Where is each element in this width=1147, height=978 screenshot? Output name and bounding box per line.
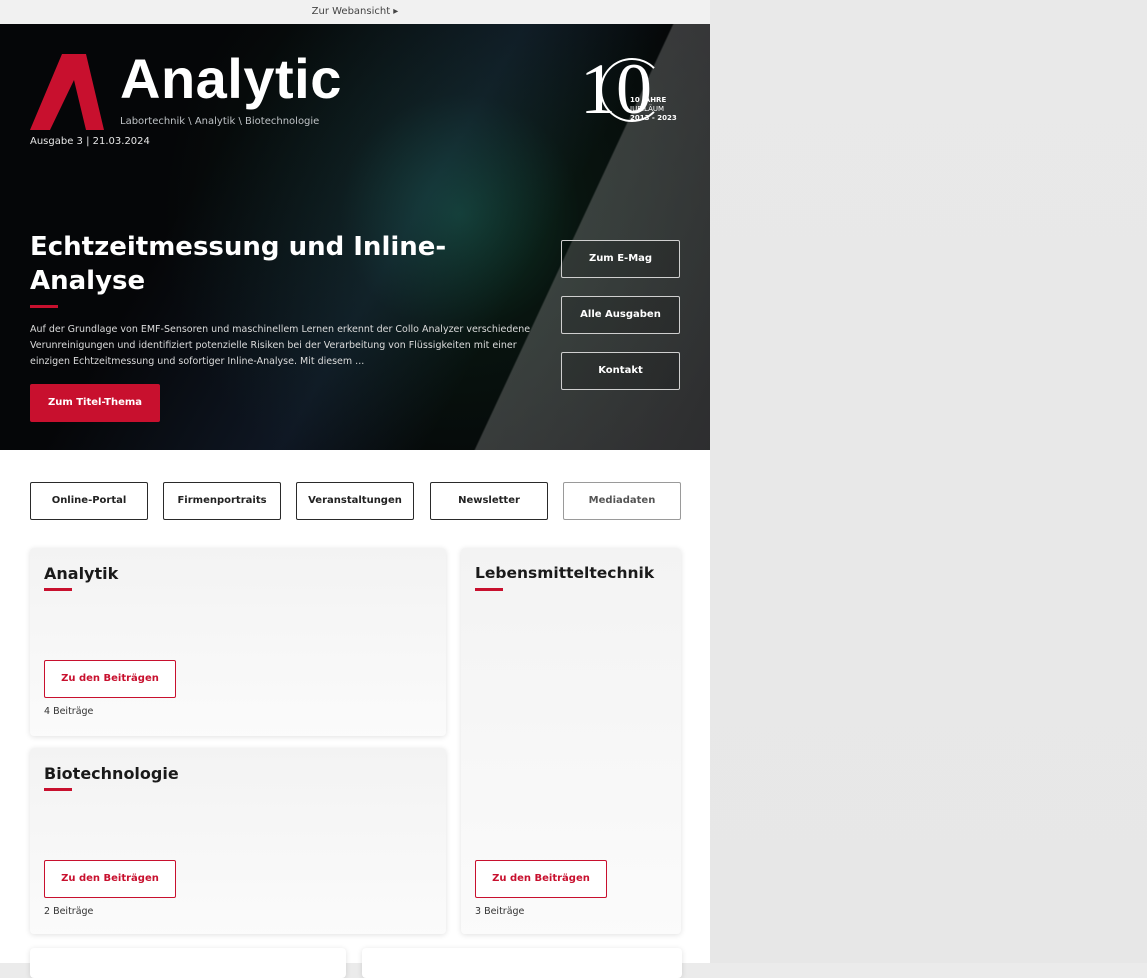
hero-banner: Analytic Labortechnik \ Analytik \ Biote… (0, 24, 710, 450)
to-articles-button[interactable]: Zu den Beiträgen (44, 860, 176, 898)
category-card-partial (30, 948, 346, 978)
issue-date: Ausgabe 3 | 21.03.2024 (30, 136, 150, 147)
webview-link[interactable]: Zur Webansicht ▸ (312, 6, 399, 17)
category-card-biotechnologie: Biotechnologie Zu den Beiträgen 2 Beiträ… (30, 748, 446, 934)
title-topic-button[interactable]: Zum Titel-Thema (30, 384, 160, 422)
hero-teaser-text: Auf der Grundlage von EMF-Sensoren und m… (30, 324, 531, 367)
card-title: Biotechnologie (44, 764, 179, 783)
hero-title-underline (30, 305, 58, 308)
to-articles-button[interactable]: Zu den Beiträgen (475, 860, 607, 898)
nav-company-portraits[interactable]: Firmenportraits (163, 482, 281, 520)
all-issues-button[interactable]: Alle Ausgaben (561, 296, 680, 334)
brand-tagline: Labortechnik \ Analytik \ Biotechnologie (120, 116, 320, 127)
article-count: 2 Beiträge (44, 906, 94, 917)
to-articles-button[interactable]: Zu den Beiträgen (44, 660, 176, 698)
nav-media-data[interactable]: Mediadaten (563, 482, 681, 520)
nav-buttons: Online-Portal Firmenportraits Veranstalt… (30, 482, 682, 520)
jubilee-line1: 10 JAHRE (630, 96, 667, 104)
newsletter-email: Analytic Labortechnik \ Analytik \ Biote… (0, 24, 710, 978)
card-title: Analytik (44, 564, 119, 583)
background-pane (710, 0, 1147, 963)
nav-online-portal[interactable]: Online-Portal (30, 482, 148, 520)
nav-newsletter[interactable]: Newsletter (430, 482, 548, 520)
card-title: Lebensmitteltechnik (475, 564, 655, 582)
category-card-partial (362, 948, 682, 978)
nav-events[interactable]: Veranstaltungen (296, 482, 414, 520)
analytic-logo-icon (30, 54, 104, 130)
card-title-underline (475, 588, 503, 591)
jubilee-badge: 10 10 JAHRE JUBILÄUM 2013 - 2023 (574, 49, 686, 134)
hero-title: Echtzeitmessung und Inline-Analyse (30, 232, 447, 296)
topbar: Zur Webansicht ▸ (0, 0, 710, 24)
card-title-underline (44, 788, 72, 791)
jubilee-text: 10 JAHRE JUBILÄUM 2013 - 2023 (630, 96, 686, 123)
jubilee-line3: 2013 - 2023 (630, 114, 677, 122)
card-title-underline (44, 588, 72, 591)
article-count: 3 Beiträge (475, 906, 525, 917)
jubilee-line2: JUBILÄUM (630, 105, 665, 113)
category-card-analytik: Analytik Zu den Beiträgen 4 Beiträge (30, 548, 446, 736)
contact-button[interactable]: Kontakt (561, 352, 680, 390)
category-card-lebensmitteltechnik: Lebensmitteltechnik Zu den Beiträgen 3 B… (461, 548, 681, 934)
article-count: 4 Beiträge (44, 706, 94, 717)
emag-button[interactable]: Zum E-Mag (561, 240, 680, 278)
brand-name: Analytic (120, 47, 342, 110)
